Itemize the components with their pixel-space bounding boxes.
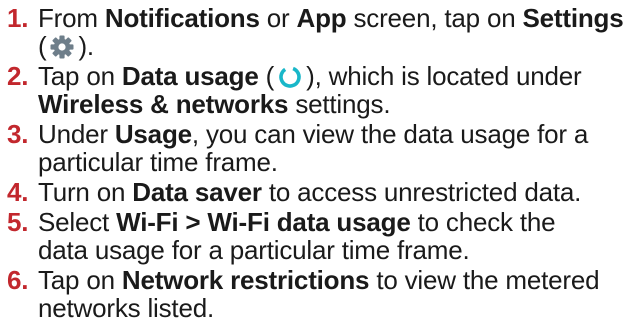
step-1: 1. From Notifications or App screen, tap…: [0, 4, 639, 60]
step-bold-text: Notifications: [104, 3, 260, 33]
step-number: 1.: [7, 3, 29, 33]
step-bold-text: Wireless & networks: [38, 89, 289, 119]
step-text: From: [38, 3, 105, 33]
step-text: particular time frame.: [38, 147, 278, 177]
step-bold-text: Settings: [522, 3, 624, 33]
step-number: 5.: [7, 207, 29, 237]
step-text: to view the metered: [369, 265, 600, 295]
step-text: (: [258, 61, 275, 91]
step-4: 4. Turn on Data saver to access unrestri…: [0, 178, 639, 206]
step-text: Select: [38, 207, 117, 237]
step-bold-text: Data saver: [132, 177, 262, 207]
step-text: or: [259, 3, 297, 33]
step-text: , you can view the data usage for a: [191, 119, 589, 149]
step-text: ).: [78, 31, 94, 61]
step-number: 3.: [7, 119, 29, 149]
step-bold-text: Wi-Fi > Wi-Fi data usage: [116, 207, 411, 237]
step-2: 2. Tap on Data usage ( ), which is locat…: [0, 62, 639, 118]
instruction-steps: 1. From Notifications or App screen, tap…: [0, 4, 639, 324]
step-bold-text: App: [296, 3, 347, 33]
step-text: Tap on: [38, 61, 122, 91]
data-usage-ring-icon: [278, 65, 302, 89]
step-text: ), which is located under: [306, 61, 582, 91]
step-bold-text: Network restrictions: [121, 265, 370, 295]
step-text: networks listed.: [38, 293, 214, 323]
step-text: Tap on: [38, 265, 122, 295]
step-text: screen, tap on: [346, 3, 523, 33]
settings-gear-icon: [49, 34, 75, 60]
step-number: 4.: [7, 177, 29, 207]
step-number: 6.: [7, 265, 29, 295]
step-text: to access unrestricted data.: [261, 177, 582, 207]
step-5: 5. Select Wi-Fi > Wi-Fi data usage to ch…: [0, 208, 639, 264]
step-6: 6. Tap on Network restrictions to view t…: [0, 266, 639, 322]
step-3: 3. Under Usage, you can view the data us…: [0, 120, 639, 176]
step-bold-text: Data usage: [121, 61, 259, 91]
step-text: (: [38, 31, 47, 61]
step-number: 2.: [7, 61, 29, 91]
step-text: to check the: [410, 207, 556, 237]
step-text: data usage for a particular time frame.: [38, 235, 470, 265]
step-text: Turn on: [38, 177, 133, 207]
step-text: Under: [38, 119, 115, 149]
step-text: settings.: [288, 89, 391, 119]
step-bold-text: Usage: [114, 119, 192, 149]
